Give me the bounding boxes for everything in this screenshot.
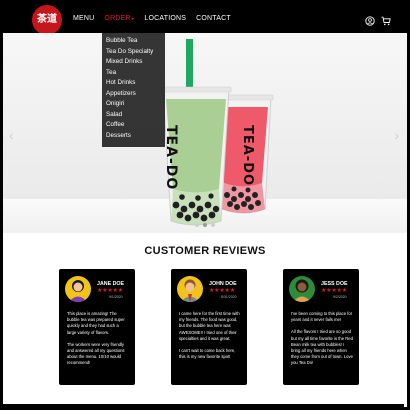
dropdown-item-onigiri[interactable]: Onigiri xyxy=(102,99,165,110)
nav-contact[interactable]: CONTACT xyxy=(196,15,231,22)
avatar xyxy=(65,276,91,302)
review-date: 8/31/2020 xyxy=(221,295,237,299)
dropdown-item-tea[interactable]: Tea xyxy=(102,68,165,79)
green-cup-label: TEA-DO xyxy=(163,125,179,191)
review-text: This place is amazing! The bubble tea wa… xyxy=(67,311,129,373)
nav-menu[interactable]: MENU xyxy=(73,15,94,22)
main-nav: MENU ORDER▸ LOCATIONS CONTACT xyxy=(73,3,231,33)
dropdown-item-tea-do-specialty[interactable]: Tea Do Specialty xyxy=(102,47,165,58)
order-dropdown-menu: Bubble Tea Tea Do Specialty Mixed Drinks… xyxy=(102,33,165,147)
header-icons xyxy=(365,13,391,26)
footer-text: Follow us! xyxy=(40,401,54,405)
review-date: 9/2/2020 xyxy=(333,295,347,299)
nav-locations[interactable]: LOCATIONS xyxy=(144,15,186,22)
chevron-right-icon[interactable]: › xyxy=(394,127,399,143)
cart-icon[interactable] xyxy=(381,13,391,26)
review-date: 9/1/2020 xyxy=(109,295,123,299)
pink-cup-label: TEA-DO xyxy=(240,125,255,187)
review-paragraph: I've been coming to this place for years… xyxy=(291,311,353,323)
review-text: I came here for the first time with my f… xyxy=(179,311,241,366)
logo-text: 茶道 xyxy=(37,14,57,25)
review-paragraph: All the flavors I tried are so good but … xyxy=(291,329,353,366)
star-rating: ★★★★★ xyxy=(321,288,347,294)
review-text: I've been coming to this place for years… xyxy=(291,311,353,373)
review-card: JESS DOE ★★★★★ 9/2/2020 I've been coming… xyxy=(283,269,359,385)
avatar xyxy=(177,276,203,302)
slide-dot-active[interactable] xyxy=(203,223,207,227)
slide-dot[interactable] xyxy=(211,223,215,227)
star-rating: ★★★★★ xyxy=(209,288,235,294)
review-paragraph: I came here for the first time with my f… xyxy=(179,311,240,341)
dropdown-item-mixed-drinks[interactable]: Mixed Drinks xyxy=(102,57,165,68)
dropdown-item-bubble-tea[interactable]: Bubble Tea xyxy=(102,36,165,47)
review-card: JOHN DOE ★★★★★ 8/31/2020 I came here for… xyxy=(171,269,247,385)
page: 茶道 MENU ORDER▸ LOCATIONS CONTACT TEA-DO … xyxy=(3,3,407,407)
dropdown-item-salad[interactable]: Salad xyxy=(102,110,165,121)
section-title: CUSTOMER REVIEWS xyxy=(144,245,266,257)
bubble-tea-cups-image xyxy=(160,39,274,226)
dropdown-item-hot-drinks[interactable]: Hot Drinks xyxy=(102,78,165,89)
dropdown-item-appetizers[interactable]: Appetizers xyxy=(102,89,165,100)
brand-logo[interactable]: 茶道 xyxy=(32,5,62,35)
review-card: JANE DOE ★★★★★ 9/1/2020 This place is am… xyxy=(59,269,135,385)
slide-indicators xyxy=(195,223,215,227)
account-icon[interactable] xyxy=(365,13,375,26)
slide-dot[interactable] xyxy=(195,223,199,227)
review-paragraph: I can't wait to come back here, this is … xyxy=(179,348,236,360)
top-nav-bar: 茶道 MENU ORDER▸ LOCATIONS CONTACT xyxy=(3,3,407,35)
dropdown-item-coffee[interactable]: Coffee xyxy=(102,120,165,131)
review-paragraph: The workers were very friendly and answe… xyxy=(67,341,125,366)
footer-bar xyxy=(0,404,404,407)
chevron-right-icon: ▸ xyxy=(131,15,135,22)
customer-reviews-section: CUSTOMER REVIEWS JANE DOE ★★★★★ 9/1/2020… xyxy=(3,233,407,407)
nav-order[interactable]: ORDER▸ xyxy=(104,15,134,22)
nav-order-label: ORDER xyxy=(104,14,131,22)
review-paragraph: This place is amazing! The bubble tea wa… xyxy=(67,311,125,335)
avatar xyxy=(289,276,315,302)
chevron-left-icon[interactable]: ‹ xyxy=(9,127,14,143)
hero-slideshow: TEA-DO TEA-DO ‹ › xyxy=(3,33,407,233)
dropdown-item-desserts[interactable]: Desserts xyxy=(102,131,165,142)
star-rating: ★★★★★ xyxy=(97,288,123,294)
